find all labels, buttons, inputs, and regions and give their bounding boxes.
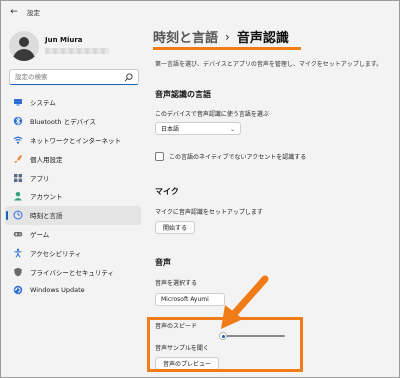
brush-icon xyxy=(14,154,22,163)
voice-preview-button[interactable]: 音声のプレビュー xyxy=(155,357,220,370)
sidebar-item-label: アカウント xyxy=(30,193,63,202)
breadcrumb-separator-icon: › xyxy=(225,29,230,44)
back-arrow-icon[interactable]: ← xyxy=(7,7,21,17)
accent-checkbox-label: この言語のネイティブでないアクセントを認識する xyxy=(169,154,307,161)
language-select-label: このデバイスで音声認識に使う言語を選ぶ xyxy=(155,111,269,118)
voice-sample-label: 音声サンプルを聞く xyxy=(155,345,209,352)
sidebar-item-label: システム xyxy=(30,99,56,108)
accent-checkbox[interactable] xyxy=(155,152,164,161)
title-bar: ← 設定 xyxy=(1,1,399,23)
sidebar-item-apps[interactable]: アプリ xyxy=(5,168,141,187)
sidebar-item-update[interactable]: Windows Update xyxy=(5,281,141,300)
pointer-arrow-icon xyxy=(221,275,269,329)
sidebar-item-label: 時刻と言語 xyxy=(30,212,63,221)
account-icon xyxy=(14,192,22,201)
breadcrumb: 時刻と言語 › 音声認識 xyxy=(153,27,289,47)
sidebar-item-bluetooth[interactable]: Bluetooth とデバイス xyxy=(5,112,141,131)
page-description: 第一言語を選び、デバイスとアプリの音声を管理し、マイクをセットアップします。 xyxy=(155,61,383,68)
breadcrumb-parent[interactable]: 時刻と言語 xyxy=(153,27,218,46)
monitor-icon xyxy=(14,99,22,106)
voice-select-label: 音声を選択する xyxy=(155,280,198,287)
sidebar-item-monitor[interactable]: システム xyxy=(5,93,141,112)
gamepad-icon xyxy=(13,231,23,237)
sidebar-item-shield[interactable]: プライバシーとセキュリティ xyxy=(5,262,141,281)
main-content: 時刻と言語 › 音声認識 第一言語を選び、デバイスとアプリの音声を管理し、マイク… xyxy=(145,23,399,377)
sidebar-item-label: 個人用設定 xyxy=(30,155,63,164)
app-title: 設定 xyxy=(27,9,40,17)
sidebar-item-account[interactable]: アカウント xyxy=(5,187,141,206)
sidebar-nav: システム Bluetooth とデバイスネットワークとインターネット 個人用設定アプ… xyxy=(5,93,141,300)
user-email-redacted xyxy=(45,48,109,54)
apps-icon xyxy=(14,173,22,182)
chevron-down-icon: ⌄ xyxy=(229,126,235,133)
mic-setup-label: マイクに音声認識をセットアップします xyxy=(155,209,263,216)
sidebar-item-label: ゲーム xyxy=(30,230,50,239)
sidebar-item-label: プライバシーとセキュリティ xyxy=(30,268,114,277)
settings-window: ← 設定 Jun Miura システム Bluetooth とデバイスネットワーク… xyxy=(0,0,400,378)
title-underline-annotation xyxy=(153,47,301,50)
voice-dropdown[interactable]: Microsoft Ayumi xyxy=(155,293,225,306)
sidebar-item-wifi[interactable]: ネットワークとインターネット xyxy=(5,131,141,150)
sidebar-item-clock-globe[interactable]: 時刻と言語 xyxy=(5,205,141,225)
accent-checkbox-row[interactable]: この言語のネイティブでないアクセントを認識する xyxy=(155,152,306,161)
voice-section-title: 音声 xyxy=(155,258,171,267)
language-dropdown-value: 日本語 xyxy=(161,126,180,133)
sidebar: Jun Miura システム Bluetooth とデバイスネットワークとインター… xyxy=(1,23,145,377)
voice-speed-label: 音声のスピード xyxy=(155,323,198,330)
sidebar-item-label: ネットワークとインターネット xyxy=(30,136,121,145)
clock-globe-icon xyxy=(13,210,23,220)
sidebar-item-accessibility[interactable]: アクセシビリティ xyxy=(5,243,141,262)
sidebar-item-label: アプリ xyxy=(30,174,50,183)
sidebar-item-label: Windows Update xyxy=(30,286,85,295)
mic-section-title: マイク xyxy=(155,187,179,196)
sidebar-item-gamepad[interactable]: ゲーム xyxy=(5,225,141,244)
bluetooth-icon xyxy=(13,116,23,126)
page-title: 音声認識 xyxy=(236,31,289,46)
voice-dropdown-value: Microsoft Ayumi xyxy=(161,296,209,303)
avatar xyxy=(9,31,39,61)
update-icon xyxy=(13,286,23,295)
voice-speed-slider[interactable] xyxy=(219,332,285,340)
search-box[interactable] xyxy=(9,69,139,85)
sidebar-item-label: アクセシビリティ xyxy=(30,249,82,258)
search-input[interactable] xyxy=(15,73,123,81)
mic-start-button[interactable]: 開始する xyxy=(155,221,196,234)
shield-icon xyxy=(14,267,22,276)
language-section-title: 音声認識の言語 xyxy=(155,90,211,99)
wifi-icon xyxy=(13,136,23,144)
sidebar-item-brush[interactable]: 個人用設定 xyxy=(5,149,141,168)
user-profile[interactable]: Jun Miura xyxy=(9,31,141,67)
voice-speed-thumb[interactable] xyxy=(219,332,227,340)
language-dropdown[interactable]: 日本語 ⌄ xyxy=(155,122,241,135)
user-name: Jun Miura xyxy=(45,36,83,44)
accessibility-icon xyxy=(14,248,22,258)
sidebar-item-label: Bluetooth とデバイス xyxy=(30,118,96,127)
search-icon[interactable] xyxy=(124,73,133,82)
